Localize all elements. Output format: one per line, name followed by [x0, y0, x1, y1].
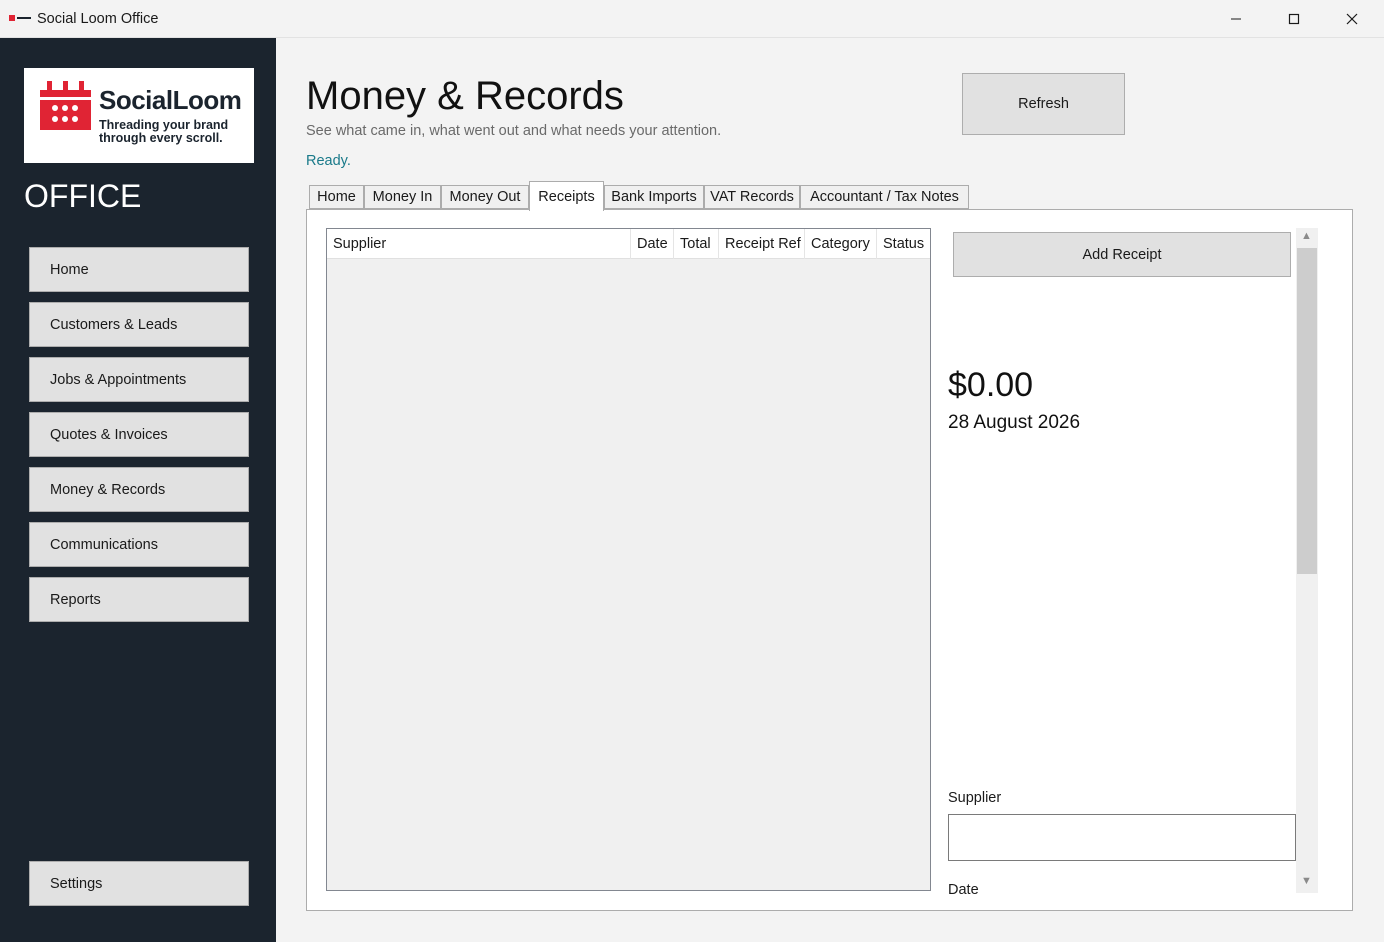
date-label: Date [948, 882, 979, 894]
tab-vat-records[interactable]: VAT Records [704, 185, 800, 209]
status-text: Ready. [306, 153, 351, 169]
maximize-button[interactable] [1265, 0, 1323, 38]
scroll-up-icon[interactable]: ▲ [1301, 230, 1312, 242]
page-title: Money & Records [306, 74, 624, 118]
nav-money-records[interactable]: Money & Records [29, 467, 249, 512]
app-icon [9, 15, 31, 21]
scroll-down-icon[interactable]: ▼ [1301, 875, 1312, 887]
nav-settings[interactable]: Settings [29, 861, 249, 906]
nav-home[interactable]: Home [29, 247, 249, 292]
receipts-grid[interactable]: Supplier Date Total Receipt Ref Category… [326, 228, 931, 891]
supplier-input[interactable] [948, 814, 1296, 861]
tab-money-out[interactable]: Money Out [441, 185, 529, 209]
column-header-date[interactable]: Date [631, 229, 674, 259]
tab-panel: Supplier Date Total Receipt Ref Category… [306, 209, 1353, 911]
column-header-total[interactable]: Total [674, 229, 719, 259]
close-icon [1346, 13, 1358, 25]
close-button[interactable] [1323, 0, 1381, 38]
logo-tagline: Threading your brand through every scrol… [99, 118, 229, 145]
nav-reports[interactable]: Reports [29, 577, 249, 622]
column-header-supplier[interactable]: Supplier [327, 229, 631, 259]
grid-header: Supplier Date Total Receipt Ref Category… [327, 229, 930, 259]
refresh-button[interactable]: Refresh [962, 73, 1125, 135]
logo: SocialLoom Threading your brand through … [24, 68, 254, 163]
current-date: 28 August 2026 [948, 412, 1081, 433]
date-label-clip: Date [948, 882, 1048, 894]
tab-home[interactable]: Home [309, 185, 364, 209]
calendar-logo-icon [38, 81, 93, 130]
minimize-button[interactable] [1207, 0, 1265, 38]
add-receipt-button[interactable]: Add Receipt [953, 232, 1291, 277]
column-header-status[interactable]: Status [877, 229, 930, 259]
column-header-receipt-ref[interactable]: Receipt Ref [719, 229, 805, 259]
scroll-thumb[interactable] [1297, 248, 1317, 574]
tab-money-in[interactable]: Money In [364, 185, 441, 209]
main-content: Money & Records See what came in, what w… [276, 38, 1384, 942]
window-title: Social Loom Office [37, 11, 159, 27]
title-bar: Social Loom Office [0, 0, 1384, 38]
column-header-category[interactable]: Category [805, 229, 877, 259]
section-title: OFFICE [24, 178, 142, 214]
tab-bank-imports[interactable]: Bank Imports [604, 185, 704, 209]
logo-name: SocialLoom [99, 85, 242, 115]
nav-quotes-invoices[interactable]: Quotes & Invoices [29, 412, 249, 457]
nav-communications[interactable]: Communications [29, 522, 249, 567]
nav-jobs-appointments[interactable]: Jobs & Appointments [29, 357, 249, 402]
maximize-icon [1288, 13, 1300, 25]
sidebar: SocialLoom Threading your brand through … [0, 38, 276, 942]
tab-receipts[interactable]: Receipts [529, 181, 604, 211]
total-amount: $0.00 [948, 366, 1034, 404]
page-subtitle: See what came in, what went out and what… [306, 123, 722, 139]
supplier-label: Supplier [948, 790, 1002, 806]
minimize-icon [1231, 18, 1241, 20]
details-scrollbar[interactable]: ▲ ▼ [1296, 228, 1318, 893]
tab-accountant-tax-notes[interactable]: Accountant / Tax Notes [800, 185, 969, 209]
nav-customers-leads[interactable]: Customers & Leads [29, 302, 249, 347]
